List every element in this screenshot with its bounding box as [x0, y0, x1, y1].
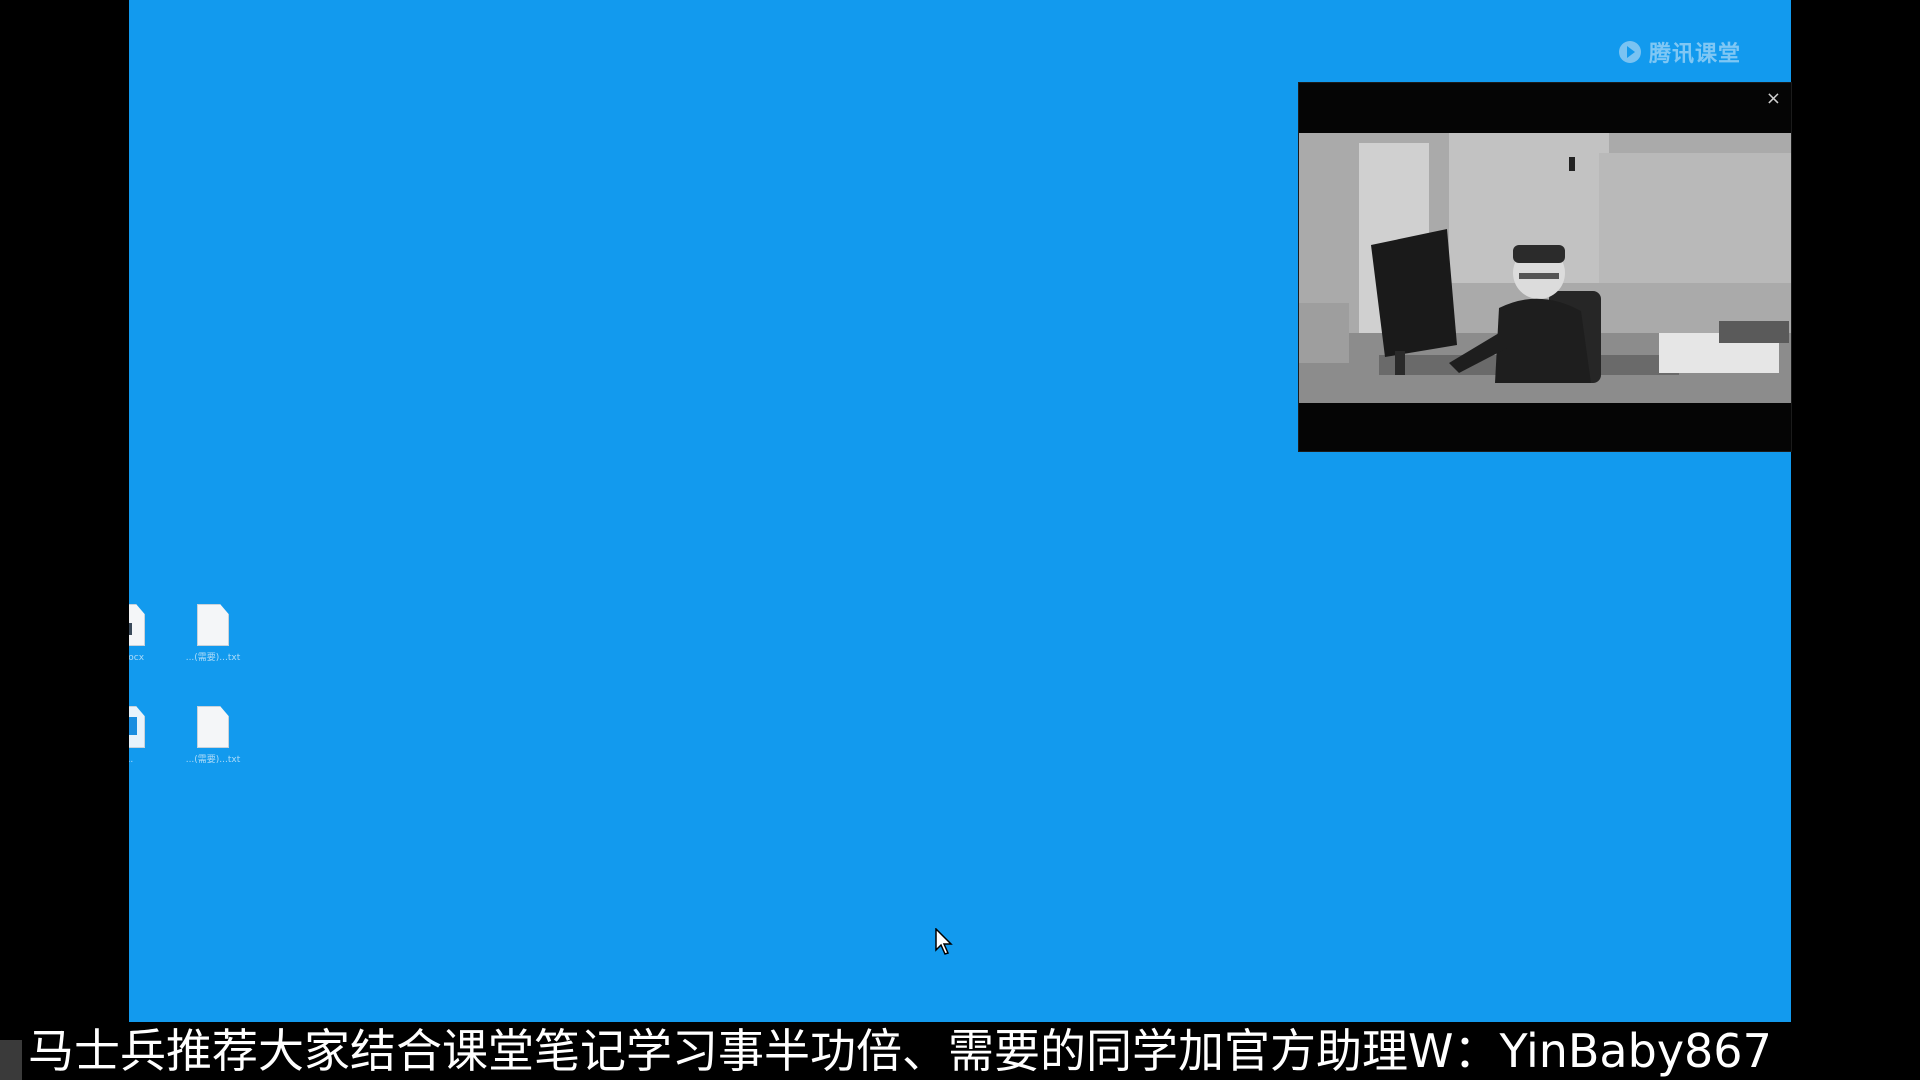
desktop-icon-label: ...(需要)...txt: [185, 653, 241, 663]
desktop-icon-label: ...docx: [129, 653, 145, 663]
screen: 腾讯课堂 ...docx ...(需要)...txt ... ...(需要)..…: [0, 0, 1920, 1080]
play-circle-icon: [1618, 41, 1641, 63]
word-document-icon: [129, 604, 145, 646]
teacher-video-window[interactable]: ×: [1298, 82, 1792, 452]
desktop-icon-image-file[interactable]: ...: [129, 706, 169, 766]
image-file-icon: [129, 706, 145, 748]
subtitle-bar: 马士兵推荐大家结合课堂笔记学习事半功倍、需要的同学加官方助理W：YinBaby8…: [0, 1022, 1920, 1080]
text-file-icon: [197, 604, 229, 646]
close-icon[interactable]: ×: [1766, 89, 1781, 109]
teacher-webcam-feed: [1299, 133, 1791, 403]
subtitle-bar-edge: [0, 1040, 22, 1080]
desktop-icon-text-file-2[interactable]: ...(需要)...txt: [173, 706, 253, 766]
desktop-icon-label: ...: [129, 755, 134, 765]
desktop-icon-word-doc[interactable]: ...docx: [129, 604, 169, 664]
tencent-classroom-watermark: 腾讯课堂: [1618, 36, 1741, 68]
desktop-icon-text-file-1[interactable]: ...(需要)...txt: [173, 604, 253, 664]
subtitle-text: 马士兵推荐大家结合课堂笔记学习事半功倍、需要的同学加官方助理W：YinBaby8…: [28, 1024, 1772, 1078]
text-file-icon: [197, 706, 229, 748]
desktop-icon-label: ...(需要)...txt: [185, 755, 241, 765]
watermark-text: 腾讯课堂: [1648, 42, 1741, 67]
